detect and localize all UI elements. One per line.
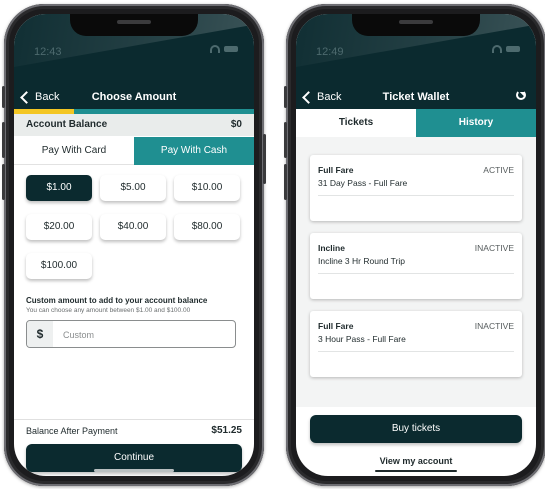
amount-button-10[interactable]: $10.00 (174, 175, 240, 201)
mute-switch (2, 86, 5, 108)
amount-button-20[interactable]: $20.00 (26, 214, 92, 240)
chevron-left-icon (302, 90, 315, 104)
phone-choose-amount: 12:43 Back Choose Amount Account Balance… (2, 4, 266, 486)
view-account-link[interactable]: View my account (296, 456, 536, 466)
phone-ticket-wallet: 12:49 Back Ticket Wallet Tickets History… (284, 4, 545, 486)
battery-icon (506, 46, 520, 52)
notch (352, 14, 480, 36)
home-indicator (94, 469, 174, 472)
divider (318, 273, 514, 274)
amount-button-1[interactable]: $1.00 (26, 175, 92, 201)
amount-button-80[interactable]: $80.00 (174, 214, 240, 240)
balance-after-label: Balance After Payment (26, 426, 118, 436)
ticket-card[interactable]: Full Fare INACTIVE 3 Hour Pass - Full Fa… (310, 311, 522, 377)
ticket-description: Incline 3 Hr Round Trip (318, 256, 405, 266)
custom-amount-hint: You can choose any amount between $1.00 … (26, 307, 191, 314)
custom-amount-input[interactable] (61, 325, 225, 345)
amount-button-5[interactable]: $5.00 (100, 175, 166, 201)
tab-tickets[interactable]: Tickets (296, 109, 416, 137)
back-label: Back (317, 91, 342, 103)
custom-amount-field[interactable]: $ (26, 320, 236, 348)
volume-up-button (2, 122, 5, 158)
nav-bar: Back Choose Amount (14, 86, 254, 108)
ticket-status: INACTIVE (474, 243, 514, 253)
mute-switch (284, 86, 287, 108)
ticket-name: Full Fare (318, 165, 354, 175)
amount-button-100[interactable]: $100.00 (26, 253, 92, 279)
buy-tickets-button[interactable]: Buy tickets (310, 415, 522, 443)
divider (318, 351, 514, 352)
ticket-card[interactable]: Full Fare ACTIVE 31 Day Pass - Full Fare (310, 155, 522, 221)
ticket-name: Incline (318, 243, 345, 253)
divider (318, 195, 514, 196)
nav-bar: Back Ticket Wallet (296, 86, 536, 108)
ticket-status: ACTIVE (483, 165, 514, 175)
ticket-status: INACTIVE (474, 321, 514, 331)
volume-down-button (284, 164, 287, 200)
ticket-name: Full Fare (318, 321, 354, 331)
ticket-list: Full Fare ACTIVE 31 Day Pass - Full Fare… (296, 137, 536, 407)
account-balance-row: Account Balance $0 (14, 114, 254, 136)
speaker (399, 20, 433, 24)
continue-button[interactable]: Continue (26, 444, 242, 472)
speaker (117, 20, 151, 24)
back-button[interactable]: Back (20, 86, 60, 108)
power-button (263, 134, 266, 184)
balance-after-value: $51.25 (211, 425, 242, 436)
amount-button-40[interactable]: $40.00 (100, 214, 166, 240)
screen: 12:43 Back Choose Amount Account Balance… (14, 14, 254, 476)
ticket-description: 3 Hour Pass - Full Fare (318, 334, 406, 344)
home-indicator (375, 470, 457, 472)
tab-pay-with-card[interactable]: Pay With Card (14, 137, 134, 165)
account-balance-value: $0 (230, 119, 242, 130)
ticket-card[interactable]: Incline INACTIVE Incline 3 Hr Round Trip (310, 233, 522, 299)
status-time: 12:49 (316, 46, 344, 58)
screen: 12:49 Back Ticket Wallet Tickets History… (296, 14, 536, 476)
back-label: Back (35, 91, 60, 103)
status-time: 12:43 (34, 46, 62, 58)
wallet-tabs: Tickets History (296, 109, 536, 137)
wifi-icon (210, 45, 220, 53)
account-balance-label: Account Balance (26, 119, 108, 130)
balance-after-row: Balance After Payment $51.25 (14, 419, 254, 442)
volume-down-button (2, 164, 5, 200)
tab-pay-with-cash[interactable]: Pay With Cash (134, 137, 254, 165)
wifi-icon (492, 45, 502, 53)
ticket-description: 31 Day Pass - Full Fare (318, 178, 408, 188)
chevron-left-icon (20, 90, 33, 104)
refresh-icon[interactable] (516, 90, 526, 100)
custom-amount-title: Custom amount to add to your account bal… (26, 296, 208, 305)
battery-icon (224, 46, 238, 52)
payment-method-tabs: Pay With Card Pay With Cash (14, 137, 254, 165)
back-button[interactable]: Back (302, 86, 342, 108)
currency-prefix: $ (27, 321, 53, 347)
volume-up-button (284, 122, 287, 158)
notch (70, 14, 198, 36)
tab-history[interactable]: History (416, 109, 536, 137)
